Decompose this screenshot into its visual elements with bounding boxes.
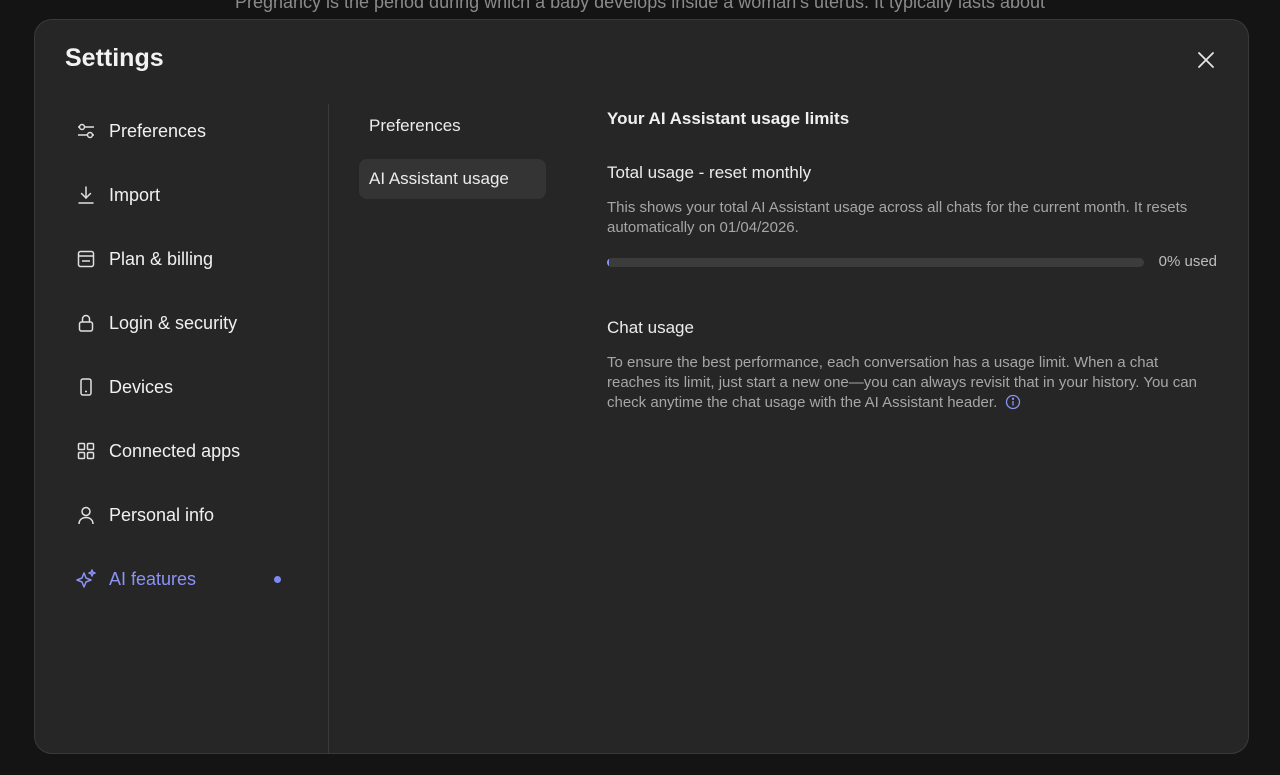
chat-usage-text: To ensure the best performance, each con… bbox=[607, 354, 1197, 411]
sidebar-item-label: Preferences bbox=[109, 120, 207, 141]
usage-progress-label: 0% used bbox=[1158, 253, 1217, 270]
sidebar-item-label: Plan & billing bbox=[109, 248, 214, 269]
usage-progress-fill bbox=[607, 258, 609, 267]
sidebar-item-label: AI features bbox=[109, 568, 197, 589]
total-usage-heading: Total usage - reset monthly bbox=[607, 163, 812, 182]
sidebar-item-label: Import bbox=[109, 184, 161, 205]
sparkle-icon bbox=[75, 568, 97, 590]
sidebar-item-label: Connected apps bbox=[109, 440, 241, 461]
usage-progress-bar bbox=[607, 258, 1144, 267]
sidebar-item-personal-info[interactable]: Personal info bbox=[75, 497, 297, 533]
chat-usage-description: To ensure the best performance, each con… bbox=[607, 353, 1207, 413]
sidebar-item-ai-features[interactable]: AI features bbox=[75, 561, 297, 597]
download-icon bbox=[75, 184, 97, 206]
user-icon bbox=[75, 504, 97, 526]
settings-sidebar: Preferences Import Plan & billing Login … bbox=[35, 104, 329, 753]
total-usage-description: This shows your total AI Assistant usage… bbox=[607, 199, 1188, 236]
sidebar-item-security[interactable]: Login & security bbox=[75, 305, 297, 341]
close-button[interactable] bbox=[1194, 48, 1218, 72]
sidebar-item-connected-apps[interactable]: Connected apps bbox=[75, 433, 297, 469]
sidebar-item-label: Devices bbox=[109, 376, 174, 397]
chat-usage-heading: Chat usage bbox=[607, 318, 694, 337]
subnav-item-preferences[interactable]: Preferences bbox=[359, 106, 546, 146]
page-title: Your AI Assistant usage limits bbox=[607, 109, 850, 128]
billing-icon bbox=[75, 248, 97, 270]
modal-title: Settings bbox=[65, 44, 164, 72]
new-indicator-dot bbox=[274, 575, 281, 583]
sidebar-item-label: Personal info bbox=[109, 504, 215, 525]
subnav-item-ai-assistant-usage[interactable]: AI Assistant usage bbox=[359, 159, 546, 199]
settings-modal: Settings Preferences Import Plan & billi… bbox=[34, 19, 1249, 754]
sidebar-item-preferences[interactable]: Preferences bbox=[75, 113, 297, 149]
sidebar-item-billing[interactable]: Plan & billing bbox=[75, 241, 297, 277]
phone-icon bbox=[75, 376, 97, 398]
sidebar-item-devices[interactable]: Devices bbox=[75, 369, 297, 405]
info-icon[interactable] bbox=[1005, 394, 1021, 410]
sidebar-item-import[interactable]: Import bbox=[75, 177, 297, 213]
background-text: Pregnancy is the period during which a b… bbox=[234, 0, 1046, 12]
sliders-icon bbox=[75, 120, 97, 142]
lock-icon bbox=[75, 312, 97, 334]
close-icon bbox=[1198, 52, 1214, 68]
sidebar-item-label: Login & security bbox=[109, 312, 238, 333]
grid-icon bbox=[75, 440, 97, 462]
